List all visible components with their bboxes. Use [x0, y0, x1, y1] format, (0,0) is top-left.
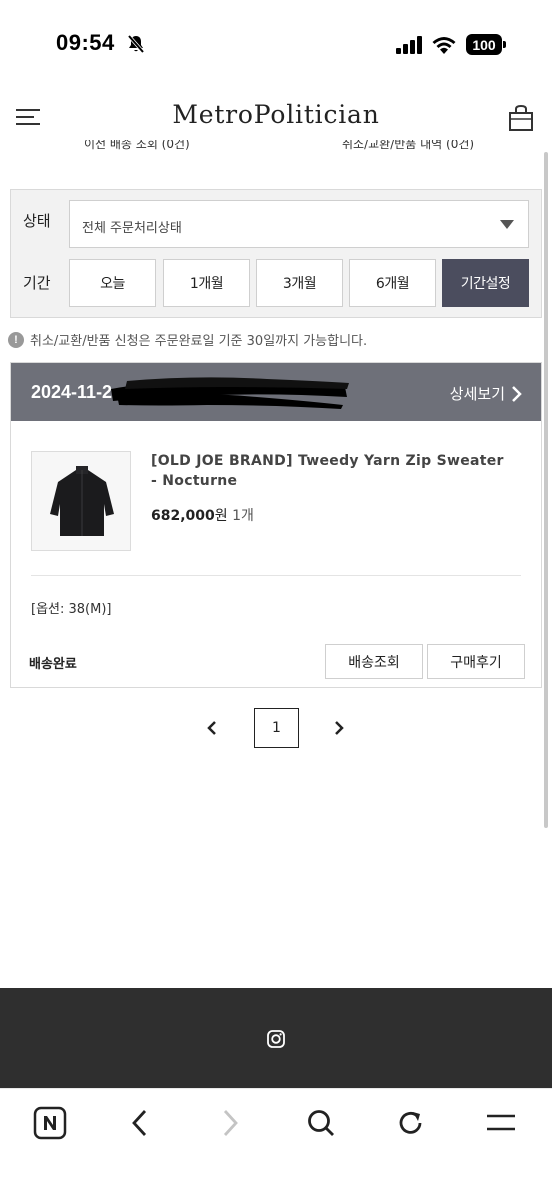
browser-reload-button[interactable]	[393, 1105, 429, 1141]
page-scrollbar[interactable]	[544, 152, 548, 828]
status-bar: 09:54 100	[0, 0, 552, 90]
refresh-icon	[399, 1112, 422, 1134]
shopping-bag-icon[interactable]	[508, 104, 534, 132]
redaction-scribble	[111, 377, 349, 409]
browser-search-button[interactable]	[303, 1105, 339, 1141]
sweater-image	[32, 452, 130, 550]
price-currency: 원	[214, 508, 228, 524]
hidden-tab-label: 이전 배송 조회 (0건)	[84, 140, 190, 151]
pagination-current-page[interactable]: 1	[254, 708, 299, 748]
status-time: 09:54	[56, 30, 115, 55]
browser-forward-button[interactable]	[212, 1105, 248, 1141]
period-1month-button[interactable]: 1개월	[163, 259, 250, 307]
hamburger-menu-icon	[487, 1114, 515, 1131]
product-option: [옵션: 38(M)]	[31, 602, 112, 617]
battery-indicator: 100	[466, 34, 506, 55]
browser-back-button[interactable]	[122, 1105, 158, 1141]
search-icon	[308, 1110, 334, 1136]
caret-down-icon	[500, 220, 514, 229]
hidden-tab-label: 취소/교환/반품 내역 (0건)	[342, 140, 475, 151]
track-delivery-button[interactable]: 배송조회	[325, 644, 423, 679]
browser-toolbar	[0, 1088, 552, 1200]
naver-home-button[interactable]	[32, 1105, 68, 1141]
info-icon: !	[8, 331, 24, 348]
period-custom-button[interactable]: 기간설정	[442, 259, 529, 307]
cellular-signal-icon	[396, 36, 422, 54]
site-header: MetroPolitician	[0, 90, 552, 146]
notice-text: 취소/교환/반품 신청은 주문완료일 기준 30일까지 가능합니다.	[30, 334, 368, 349]
shipping-status: 배송완료	[29, 657, 77, 672]
order-date: 2024-11-2	[31, 382, 113, 402]
period-label: 기간	[23, 274, 51, 292]
divider	[31, 575, 521, 576]
notice: ! 취소/교환/반품 신청은 주문완료일 기준 30일까지 가능합니다.	[8, 330, 367, 349]
chevron-left-icon	[132, 1110, 147, 1136]
chevron-right-icon	[512, 385, 522, 402]
instagram-icon[interactable]	[267, 1030, 285, 1048]
write-review-button[interactable]: 구매후기	[427, 644, 525, 679]
naver-n-icon	[33, 1106, 67, 1140]
browser-menu-button[interactable]	[483, 1105, 519, 1141]
wifi-icon	[432, 37, 456, 54]
order-detail-label: 상세보기	[449, 385, 505, 403]
chevron-right-icon	[223, 1110, 238, 1136]
brand-logo[interactable]: MetroPolitician	[0, 100, 552, 129]
period-3month-button[interactable]: 3개월	[256, 259, 343, 307]
order-status-value: 전체 주문처리상태	[82, 221, 182, 236]
order-filter-panel: 상태 전체 주문처리상태 기간 오늘 1개월 3개월 6개월 기간설정	[10, 189, 542, 318]
period-today-button[interactable]: 오늘	[69, 259, 156, 307]
order-header: 2024-11-2 상세보기	[11, 363, 541, 421]
status-label: 상태	[23, 212, 51, 230]
order-card: 2024-11-2 상세보기 [OLD JOE BRAND] Tweedy Ya…	[10, 362, 542, 688]
pagination-next-icon[interactable]	[331, 718, 347, 738]
site-footer	[0, 988, 552, 1088]
product-price-line: 682,000원 1개	[151, 505, 254, 525]
order-detail-link[interactable]: 상세보기	[450, 383, 523, 404]
product-name[interactable]: [OLD JOE BRAND] Tweedy Yarn Zip Sweater …	[151, 451, 511, 491]
bell-muted-icon	[127, 34, 145, 54]
order-status-select[interactable]: 전체 주문처리상태	[69, 200, 529, 248]
product-quantity: 1개	[232, 508, 254, 524]
pagination-prev-icon[interactable]	[204, 718, 220, 738]
period-6month-button[interactable]: 6개월	[349, 259, 436, 307]
product-thumbnail[interactable]	[31, 451, 131, 551]
product-price: 682,000	[151, 508, 215, 524]
